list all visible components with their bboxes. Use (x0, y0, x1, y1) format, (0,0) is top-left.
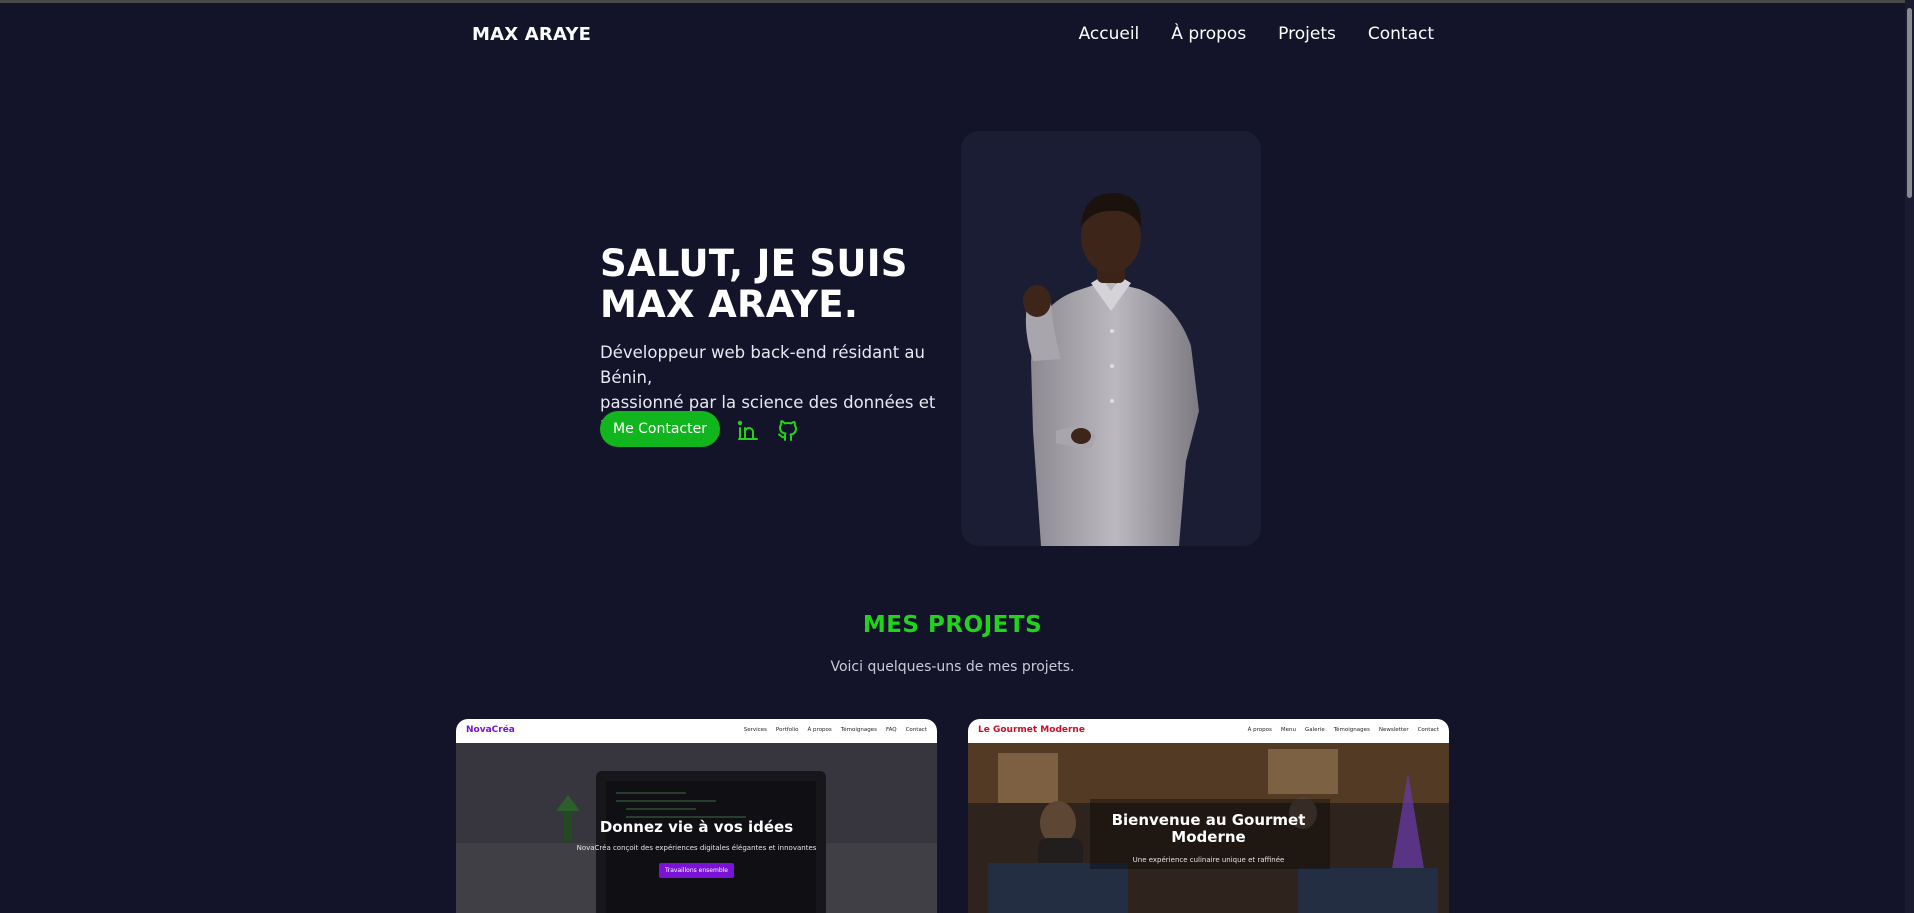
profile-photo (1023, 193, 1199, 546)
project-preview-logo: Le Gourmet Moderne (978, 725, 1085, 735)
project-card-gourmet-moderne[interactable]: Le Gourmet Moderne À propos Menu Galerie… (968, 719, 1449, 913)
preview-link: FAQ (885, 727, 897, 733)
preview-link: Témoignages (1333, 727, 1370, 733)
scrollbar-thumb[interactable] (1907, 8, 1912, 198)
preview-link: Newsletter (1378, 727, 1409, 733)
project-preview-description: NovaCréa conçoit des expériences digital… (576, 844, 817, 852)
hero-title-line-2: MAX ARAYE. (600, 283, 859, 326)
site-brand[interactable]: MAX ARAYE (472, 24, 591, 45)
nav-link-projets[interactable]: Projets (1278, 24, 1336, 44)
project-preview-headline: Donnez vie à vos idées (599, 818, 794, 836)
page-scrollbar[interactable] (1905, 0, 1914, 913)
github-icon[interactable] (776, 418, 800, 442)
preview-link: À propos (807, 727, 832, 733)
project-preview-navbar: NovaCréa Services Portfolio À propos Tém… (456, 719, 937, 743)
preview-link: Contact (905, 727, 927, 733)
preview-link: À propos (1247, 727, 1272, 733)
preview-link: Contact (1417, 727, 1439, 733)
browser-top-border (0, 0, 1914, 3)
project-preview-logo: NovaCréa (466, 725, 515, 735)
profile-photo-card (961, 131, 1261, 546)
nav-link-accueil[interactable]: Accueil (1079, 24, 1140, 44)
project-card-novacrea[interactable]: NovaCréa Services Portfolio À propos Tém… (456, 719, 937, 913)
headline-line-1: Bienvenue au Gourmet (1111, 811, 1306, 829)
contact-me-button[interactable]: Me Contacter (600, 411, 720, 447)
nav-link-a-propos[interactable]: À propos (1171, 24, 1246, 44)
preview-link: Témoignages (840, 727, 877, 733)
linkedin-icon[interactable] (736, 418, 760, 442)
project-preview-description: Une expérience culinaire unique et raffi… (1132, 856, 1285, 864)
project-preview-links: À propos Menu Galerie Témoignages Newsle… (1248, 727, 1439, 733)
projects-section-subtitle: Voici quelques-uns de mes projets. (830, 659, 1075, 675)
navbar: MAX ARAYE Accueil À propos Projets Conta… (472, 20, 1434, 50)
hero-title: SALUT, JE SUIS MAX ARAYE. (600, 243, 908, 325)
nav-link-contact[interactable]: Contact (1368, 24, 1434, 44)
hero-subtitle-line-1: Développeur web back-end résidant au Bén… (600, 343, 925, 387)
project-preview-links: Services Portfolio À propos Témoignages … (744, 727, 927, 733)
preview-link: Menu (1280, 727, 1296, 733)
preview-link: Portfolio (775, 727, 799, 733)
project-preview-navbar: Le Gourmet Moderne À propos Menu Galerie… (968, 719, 1449, 743)
project-preview-button: Travaillons ensemble (659, 863, 734, 878)
nav-links: Accueil À propos Projets Contact (1079, 24, 1434, 44)
projects-section-title: MES PROJETS (862, 612, 1043, 638)
headline-line-2: Moderne (1171, 828, 1246, 846)
project-preview-headline: Bienvenue au Gourmet Moderne (968, 812, 1449, 846)
preview-link: Galerie (1304, 727, 1325, 733)
hero-title-line-1: SALUT, JE SUIS (600, 242, 908, 285)
preview-link: Services (743, 727, 767, 733)
